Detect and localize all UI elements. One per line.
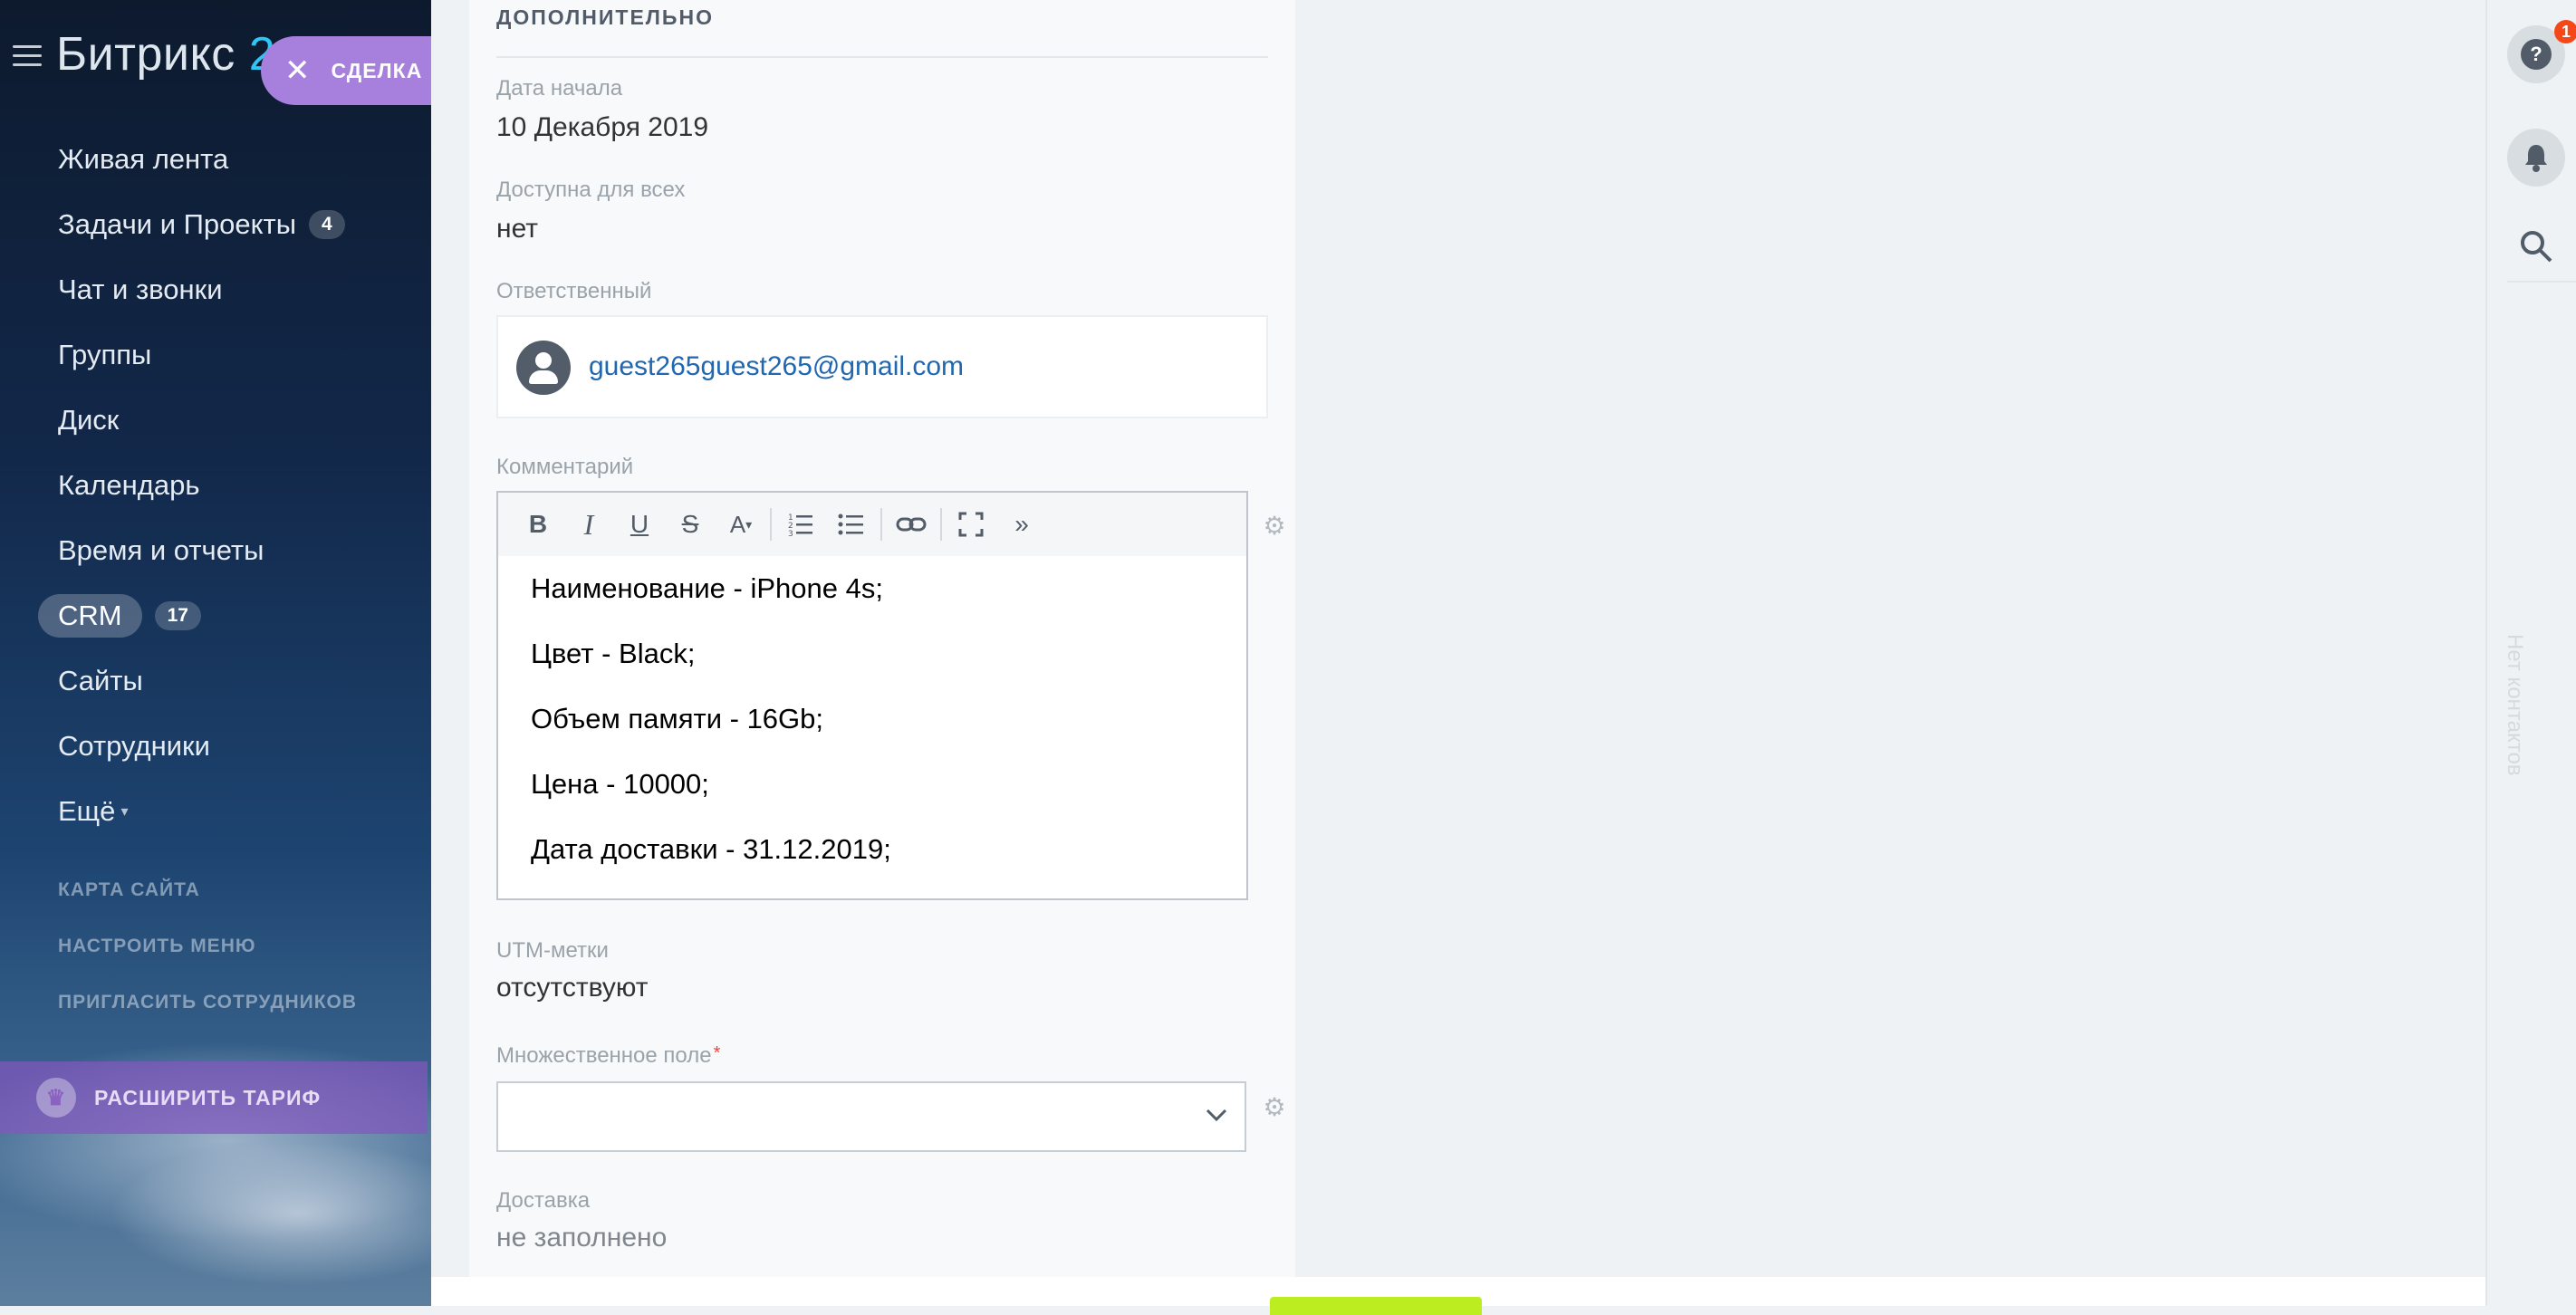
help-notification-badge: 1	[2554, 20, 2576, 43]
sidebar-item-label: Живая лента	[58, 143, 229, 175]
crown-icon: ♛	[36, 1078, 76, 1118]
underline-icon[interactable]: U	[614, 502, 665, 547]
svg-text:3: 3	[788, 530, 793, 538]
notifications-button[interactable]	[2507, 129, 2565, 187]
sidebar-item-groups[interactable]: Группы	[0, 322, 431, 388]
search-button[interactable]	[2507, 223, 2565, 274]
multi-field-label-text: Множественное поле	[496, 1043, 712, 1068]
utm-value: отсутствуют	[496, 973, 649, 1003]
sidebar-item-label: Группы	[58, 339, 152, 370]
user-avatar-icon	[516, 341, 571, 395]
start-date-label: Дата начала	[496, 76, 623, 101]
available-label: Доступна для всех	[496, 178, 686, 202]
tasks-count-badge: 4	[309, 210, 345, 239]
strikethrough-icon[interactable]: S	[665, 502, 716, 547]
editor-toolbar: B I U S A ▾ 123 »	[498, 493, 1246, 556]
help-icon: ?	[2521, 39, 2552, 70]
sidebar-item-time-reports[interactable]: Время и отчеты	[0, 518, 431, 583]
close-icon: ✕	[284, 53, 312, 88]
sidebar-item-more[interactable]: Ещё ▾	[0, 779, 431, 844]
sidebar-item-crm[interactable]: CRM 17	[0, 583, 431, 648]
sidebar-item-label: Задачи и Проекты	[58, 208, 297, 240]
additional-section-card: ДОПОЛНИТЕЛЬНО Дата начала 10 Декабря 201…	[469, 0, 1295, 1277]
deal-slider: ДОПОЛНИТЕЛЬНО Дата начала 10 Декабря 201…	[431, 0, 2485, 1306]
logo[interactable]: Битрикс 2	[56, 27, 275, 82]
bullet-list-icon[interactable]	[826, 502, 877, 547]
configure-menu-link[interactable]: НАСТРОИТЬ МЕНЮ	[58, 935, 357, 991]
font-size-icon[interactable]: A ▾	[716, 502, 766, 547]
upgrade-plan-button[interactable]: ♛ РАСШИРИТЬ ТАРИФ	[0, 1061, 428, 1134]
comment-line: Объем памяти - 16Gb;	[531, 703, 824, 734]
responsible-user-link[interactable]: guest265guest265@gmail.com	[589, 351, 964, 382]
sidebar-item-label: Календарь	[58, 469, 200, 501]
chevron-down-icon	[1206, 1109, 1227, 1122]
link-icon[interactable]	[886, 502, 937, 547]
chevron-down-icon: ▾	[120, 804, 129, 820]
section-title: ДОПОЛНИТЕЛЬНО	[496, 5, 714, 29]
section-divider	[496, 56, 1268, 58]
sidebar-item-tasks[interactable]: Задачи и Проекты 4	[0, 192, 431, 257]
utm-label: UTM-метки	[496, 938, 609, 963]
multi-field-select[interactable]	[496, 1081, 1246, 1152]
crm-count-badge: 17	[154, 601, 201, 630]
menu-hamburger-icon[interactable]	[13, 45, 42, 67]
bell-icon	[2525, 145, 2547, 172]
sidebar-sub-links: КАРТА САЙТА НАСТРОИТЬ МЕНЮ ПРИГЛАСИТЬ СО…	[58, 878, 357, 1047]
bold-icon[interactable]: B	[513, 502, 563, 547]
logo-text: Битрикс	[56, 28, 235, 81]
comment-line: Наименование - iPhone 4s;	[531, 572, 883, 604]
comment-editor[interactable]: B I U S A ▾ 123 » Наименование - iPhone …	[496, 491, 1248, 900]
ordered-list-icon[interactable]: 123	[775, 502, 826, 547]
sidebar-item-label: Сайты	[58, 665, 143, 696]
italic-icon[interactable]: I	[563, 502, 614, 547]
sidebar-item-chat[interactable]: Чат и звонки	[0, 257, 431, 322]
deal-tab-label: СДЕЛКА	[331, 58, 423, 82]
toolbar-separator	[880, 508, 882, 541]
responsible-box[interactable]: guest265guest265@gmail.com	[496, 315, 1268, 418]
sidebar-item-label: Ещё	[58, 795, 116, 827]
toolbar-separator	[940, 508, 942, 541]
sidebar-item-label: Время и отчеты	[58, 534, 264, 566]
toolbar-divider	[2507, 281, 2576, 283]
save-button[interactable]	[1270, 1297, 1482, 1315]
delivery-label: Доставка	[496, 1188, 591, 1213]
delivery-value[interactable]: не заполнено	[496, 1223, 667, 1253]
more-tools-icon[interactable]: »	[996, 502, 1047, 547]
comment-settings-gear-icon[interactable]: ⚙	[1263, 514, 1286, 539]
comment-line: Дата доставки - 31.12.2019;	[531, 833, 891, 865]
multi-field-settings-gear-icon[interactable]: ⚙	[1263, 1095, 1286, 1120]
sidebar-item-disk[interactable]: Диск	[0, 388, 431, 453]
multi-field-label: Множественное поле *	[496, 1043, 720, 1069]
close-deal-tab[interactable]: ✕ СДЕЛКА	[261, 36, 431, 105]
background-cloud	[109, 1141, 431, 1286]
sidebar-item-label: Сотрудники	[58, 730, 210, 762]
bottom-action-bar	[431, 1277, 2485, 1315]
sitemap-link[interactable]: КАРТА САЙТА	[58, 878, 357, 935]
sidebar-item-label: Диск	[58, 404, 120, 436]
sidebar-item-label: CRM	[38, 594, 142, 638]
available-value[interactable]: нет	[496, 214, 538, 245]
no-contacts-label: Нет контактов	[2503, 634, 2527, 776]
sidebar-item-calendar[interactable]: Календарь	[0, 453, 431, 518]
start-date-value[interactable]: 10 Декабря 2019	[496, 112, 708, 143]
invite-employees-link[interactable]: ПРИГЛАСИТЬ СОТРУДНИКОВ	[58, 991, 357, 1047]
sidebar-item-label: Чат и звонки	[58, 274, 223, 305]
toolbar-separator	[770, 508, 772, 541]
sidebar-item-employees[interactable]: Сотрудники	[0, 714, 431, 779]
fullscreen-icon[interactable]	[946, 502, 996, 547]
sidebar-item-sites[interactable]: Сайты	[0, 648, 431, 714]
search-icon	[2521, 231, 2552, 263]
comment-content[interactable]: Наименование - iPhone 4s; Цвет - Black; …	[498, 556, 1246, 907]
left-sidebar: Битрикс 2 Живая лента Задачи и Проекты 4…	[0, 0, 431, 1306]
comment-label: Комментарий	[496, 455, 634, 479]
right-toolbar: ? 1	[2485, 0, 2576, 1306]
comment-line: Цена - 10000;	[531, 768, 709, 800]
responsible-label: Ответственный	[496, 279, 652, 303]
upgrade-label: РАСШИРИТЬ ТАРИФ	[94, 1085, 322, 1109]
comment-line: Цвет - Black;	[531, 638, 696, 669]
required-mark: *	[713, 1043, 721, 1063]
sidebar-item-feed[interactable]: Живая лента	[0, 127, 431, 192]
help-button[interactable]: ? 1	[2507, 20, 2576, 83]
main-menu: Живая лента Задачи и Проекты 4 Чат и зво…	[0, 127, 431, 844]
